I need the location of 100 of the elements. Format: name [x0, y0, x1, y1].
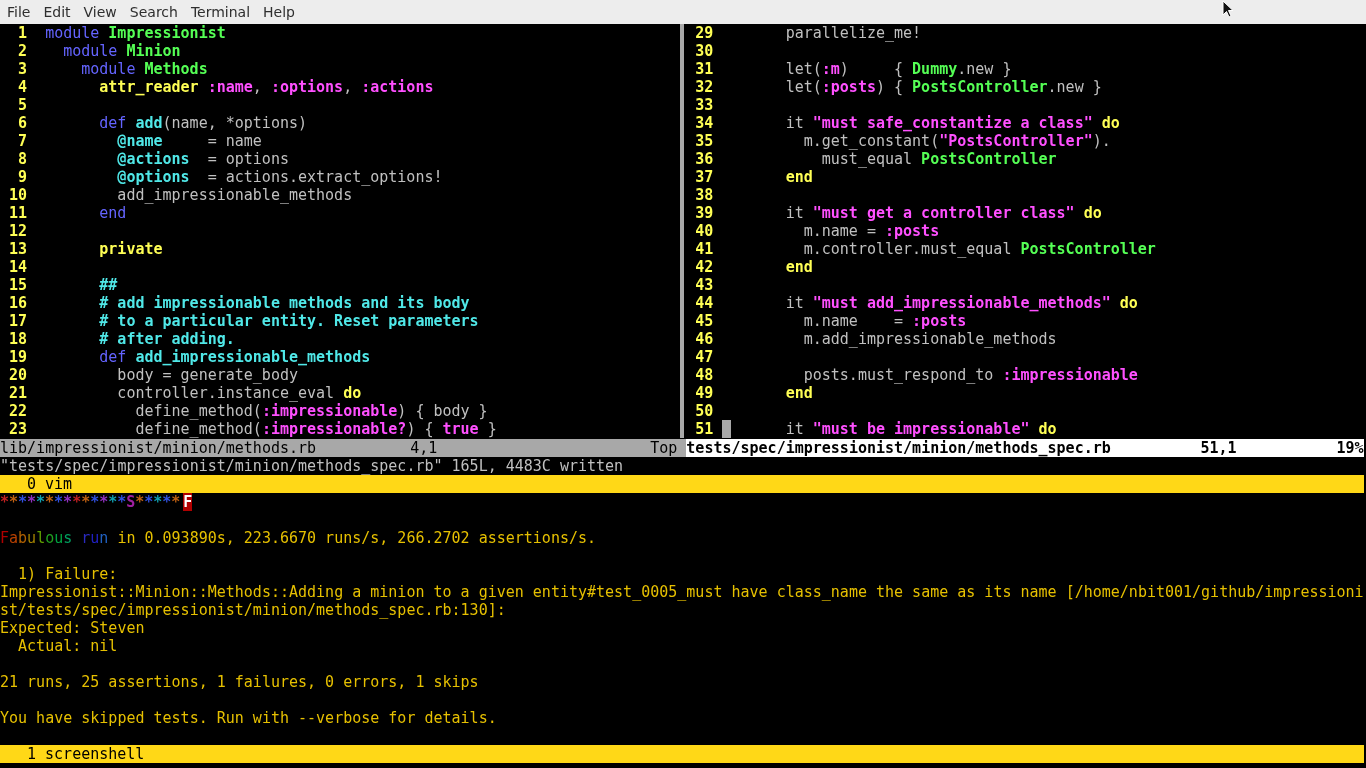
code-text: end [98, 204, 127, 222]
line-number: 19 [8, 348, 28, 366]
line-number: 46 [694, 330, 714, 348]
output-line: Expected: Steven [0, 619, 145, 637]
window-tab[interactable]: 0 vim [0, 475, 1364, 493]
code-text: define_method(:impressionable?) { true } [134, 420, 497, 438]
line-number: 48 [694, 366, 714, 384]
code-text: # after adding. [98, 330, 235, 348]
line-number: 18 [8, 330, 28, 348]
line-number: 44 [694, 294, 714, 312]
line-number: 38 [694, 186, 714, 204]
menu-item[interactable]: Search [123, 4, 184, 20]
menu-item[interactable]: Edit [37, 4, 77, 20]
line-number: 36 [694, 150, 714, 168]
menu-item[interactable]: File [1, 4, 37, 20]
code-text: m.name = :posts [802, 222, 940, 240]
code-text: private [98, 240, 163, 258]
summary-line: Fabulous run in 0.093890s, 223.6670 runs/s, 266.2702 assertions/s. [0, 529, 597, 547]
menu-item[interactable]: View [77, 4, 123, 20]
line-number: 4 [17, 78, 28, 96]
output-line: st/tests/spec/impressionist/minion/methods_spec.rb:130]: [0, 601, 506, 619]
progress-mark: * [108, 493, 118, 511]
line-number: 42 [694, 258, 714, 276]
line-number: 34 [694, 114, 714, 132]
code-text: # to a particular entity. Reset parameters [98, 312, 479, 330]
line-number: 29 [694, 24, 714, 42]
code-text: m.controller.must_equal PostsController [802, 240, 1156, 258]
code-text: def add(name, *options) [98, 114, 308, 132]
progress-mark: * [36, 493, 46, 511]
code-text: it "must get a controller class" do [784, 204, 1102, 222]
progress-mark: * [54, 493, 64, 511]
line-number: 6 [17, 114, 28, 132]
progress-mark: * [117, 493, 127, 511]
progress-mark: * [99, 493, 109, 511]
scroll-position: 19% [1336, 439, 1364, 457]
code-text: end [784, 384, 813, 402]
line-number: 5 [17, 96, 28, 114]
line-number: 39 [694, 204, 714, 222]
line-number: 1 [17, 24, 28, 42]
line-number: 51 [694, 420, 714, 438]
code-text: module Methods [80, 60, 208, 78]
hint-line: You have skipped tests. Run with --verbose for details. [0, 709, 497, 727]
line-number: 20 [8, 366, 28, 384]
code-text: m.get_constant("PostsController"). [802, 132, 1111, 150]
code-text: body = generate_body [116, 366, 298, 384]
progress-mark: * [81, 493, 91, 511]
line-number: 13 [8, 240, 28, 258]
line-number: 16 [8, 294, 28, 312]
code-text: @name = name [116, 132, 262, 150]
cursor-position: 51,1 [1200, 439, 1238, 457]
progress-mark: * [162, 493, 172, 511]
window-tab[interactable]: 1 screenshell [0, 745, 1364, 763]
status-message: "tests/spec/impressionist/minion/methods_spec.rb" 165L, 4483C written [0, 457, 624, 475]
progress-mark: * [0, 493, 9, 511]
progress-mark: * [171, 493, 181, 511]
scroll-position: Top [650, 439, 678, 457]
menu-item[interactable]: Terminal [184, 4, 257, 20]
line-number: 9 [17, 168, 28, 186]
line-number: 49 [694, 384, 714, 402]
progress-mark: * [9, 493, 19, 511]
line-number: 15 [8, 276, 28, 294]
code-text: def add_impressionable_methods [98, 348, 371, 366]
code-text: module Minion [62, 42, 181, 60]
line-number: 35 [694, 132, 714, 150]
line-number: 31 [694, 60, 714, 78]
progress-mark: * [45, 493, 55, 511]
line-number: 17 [8, 312, 28, 330]
code-text: it "must be impressionable" do [784, 420, 1057, 438]
line-number: 40 [694, 222, 714, 240]
code-text: ## [98, 276, 118, 294]
line-number: 50 [694, 402, 714, 420]
line-number: 2 [17, 42, 28, 60]
code-text: @options = actions.extract_options! [116, 168, 443, 186]
code-text: parallelize_me! [784, 24, 922, 42]
line-number: 47 [694, 348, 714, 366]
code-text: posts.must_respond_to :impressionable [802, 366, 1138, 384]
line-number: 7 [17, 132, 28, 150]
line-number: 33 [694, 96, 714, 114]
line-number: 10 [8, 186, 28, 204]
code-text: it "must add_impressionable_methods" do [784, 294, 1138, 312]
mouse-pointer-icon [1222, 0, 1234, 18]
progress-mark: * [72, 493, 82, 511]
line-number: 12 [8, 222, 28, 240]
code-text: add_impressionable_methods [116, 186, 353, 204]
result-line: 21 runs, 25 assertions, 1 failures, 0 errors, 1 skips [0, 673, 479, 691]
progress-mark: * [27, 493, 37, 511]
line-number: 45 [694, 312, 714, 330]
code-text: attr_reader :name, :options, :actions [98, 78, 434, 96]
code-text: m.add_impressionable_methods [802, 330, 1057, 348]
progress-mark: * [18, 493, 28, 511]
line-number: 41 [694, 240, 714, 258]
code-text: module Impressionist [45, 24, 226, 42]
code-text: let(:posts) { PostsController.new } [784, 78, 1102, 96]
progress-mark: * [144, 493, 154, 511]
line-number: 14 [8, 258, 28, 276]
line-number: 32 [694, 78, 714, 96]
output-line: Impressionist::Minion::Methods::Adding a minion to a given entity#test_0005_must have class_name the same as its name [/home/nbit001/github/impressioni [0, 583, 1364, 601]
code-text: define_method(:impressionable) { body } [134, 402, 488, 420]
code-text: # add impressionable methods and its body [98, 294, 470, 312]
menu-item[interactable]: Help [257, 4, 301, 20]
